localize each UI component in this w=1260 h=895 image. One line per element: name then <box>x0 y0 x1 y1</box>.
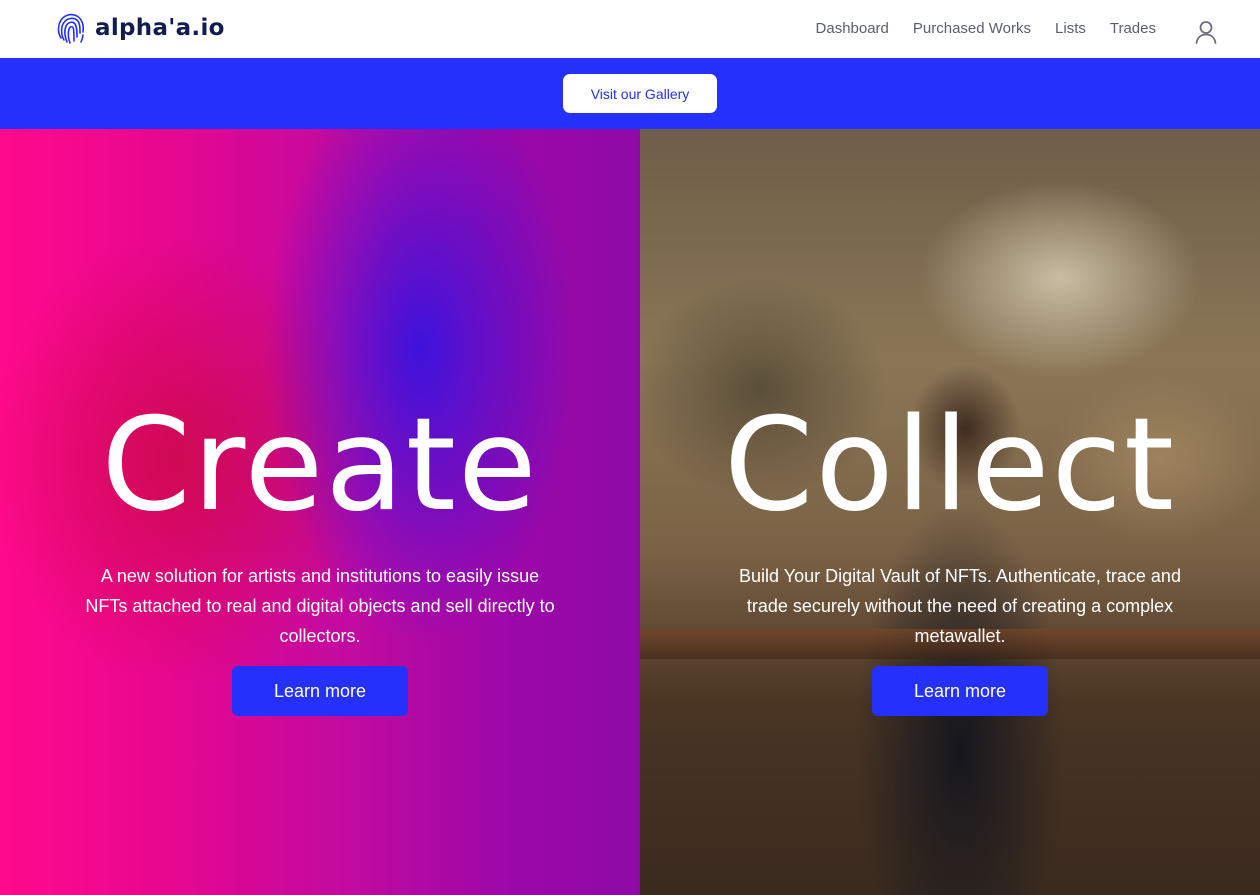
collect-panel: Collect Build Your Digital Vault of NFTs… <box>640 129 1260 895</box>
collect-learn-more-button[interactable]: Learn more <box>872 666 1048 716</box>
nav-purchased-works[interactable]: Purchased Works <box>913 19 1031 39</box>
user-icon[interactable] <box>1193 19 1219 45</box>
create-description: A new solution for artists and instituti… <box>85 566 555 646</box>
top-header: alpha'a.io Dashboard Purchased Works Lis… <box>0 0 1260 58</box>
create-panel: Create A new solution for artists and in… <box>0 129 640 895</box>
main-nav: Dashboard Purchased Works Lists Trades <box>816 19 1156 39</box>
nav-dashboard[interactable]: Dashboard <box>816 19 889 39</box>
gallery-banner: Visit our Gallery <box>0 58 1260 129</box>
nav-lists[interactable]: Lists <box>1055 19 1086 39</box>
fingerprint-icon <box>57 13 85 44</box>
brand-logo[interactable]: alpha'a.io <box>55 11 225 45</box>
visit-gallery-button[interactable]: Visit our Gallery <box>563 74 717 113</box>
create-title: Create <box>101 391 539 540</box>
collect-description: Build Your Digital Vault of NFTs. Authen… <box>739 566 1181 646</box>
collect-title: Collect <box>723 391 1177 540</box>
nav-trades[interactable]: Trades <box>1110 19 1156 39</box>
create-learn-more-button[interactable]: Learn more <box>232 666 408 716</box>
brand-name: alpha'a.io <box>95 15 225 41</box>
